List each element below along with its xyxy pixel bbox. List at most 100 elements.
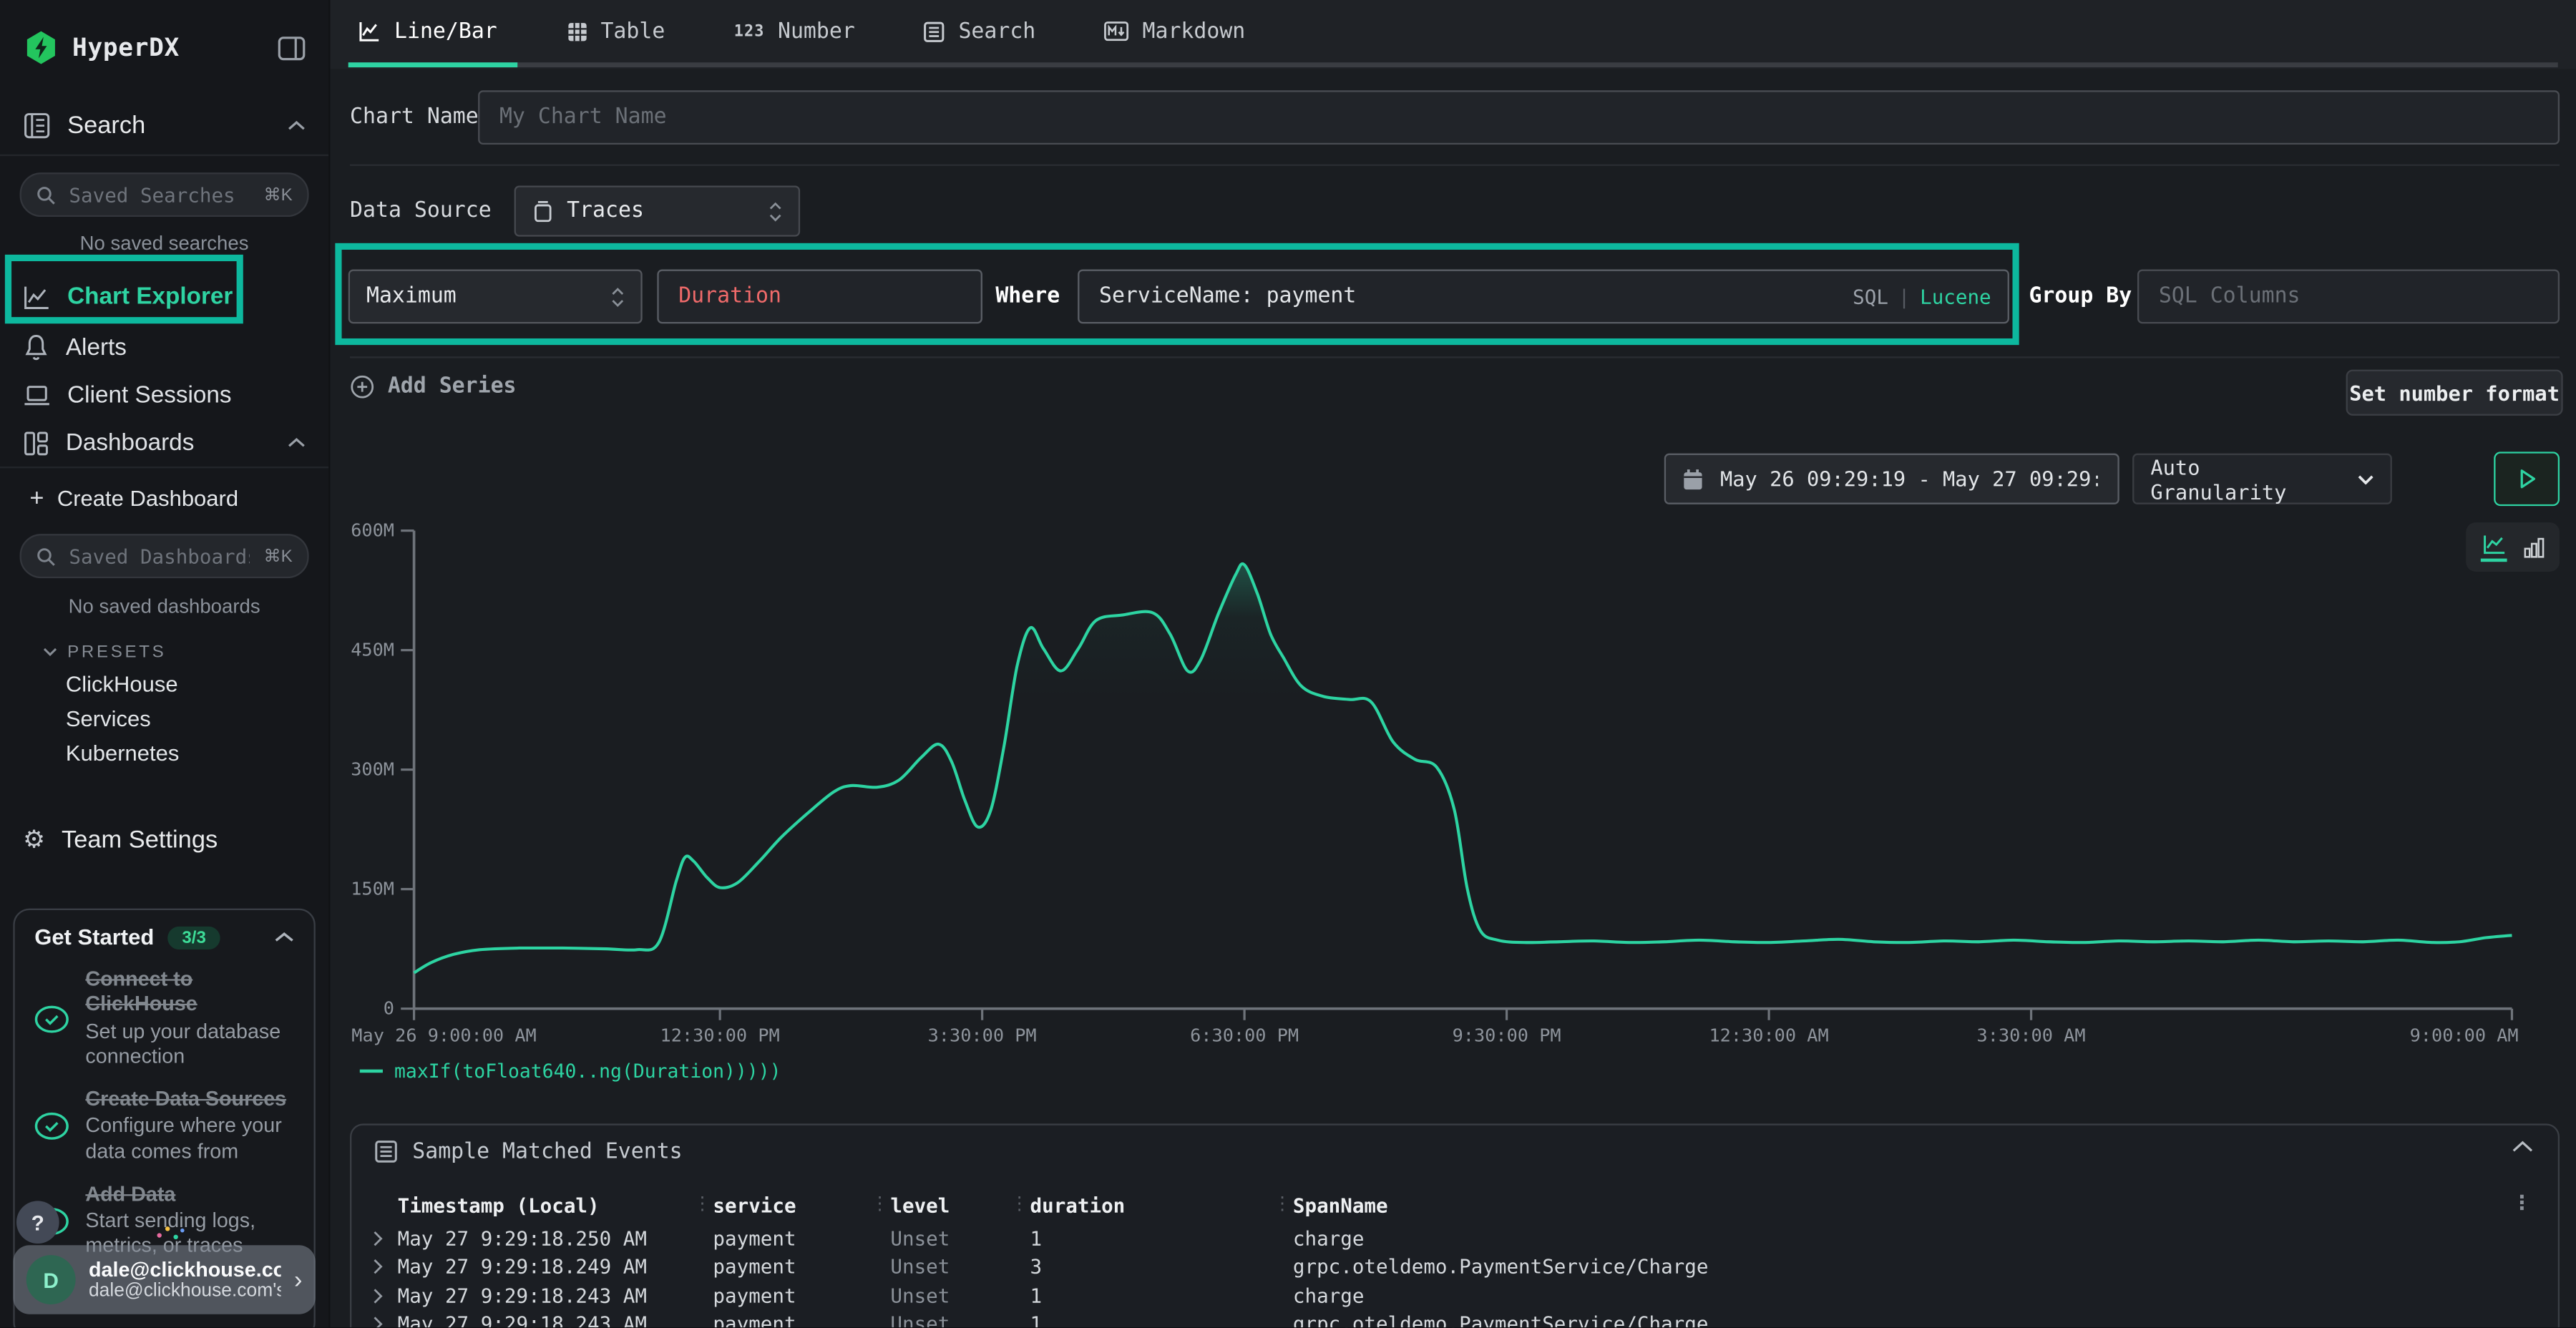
table-row[interactable]: May 27 9:29:18.243 AMpaymentUnset1charge: [351, 1281, 2557, 1310]
chevron-up-icon[interactable]: [288, 119, 306, 130]
tab-label: Markdown: [1143, 19, 1246, 43]
sidebar-item-team-settings[interactable]: ⚙ Team Settings: [0, 813, 328, 865]
bell-icon: [23, 333, 49, 361]
where-value-field[interactable]: [1096, 283, 1839, 311]
timeseries-chart[interactable]: 0150M300M450M600MMay 26 9:00:00 AM12:30:…: [350, 519, 2560, 1065]
row-expand-chevron-icon[interactable]: [371, 1287, 398, 1304]
sidebar-item-label: Client Sessions: [67, 382, 231, 409]
cell-spanname: grpc.oteldemo.PaymentService/Charge: [1293, 1256, 2558, 1279]
chart-name-input[interactable]: [478, 90, 2560, 145]
set-number-format-button[interactable]: Set number format: [2346, 370, 2563, 416]
tab-table[interactable]: Table: [556, 19, 675, 43]
cell-spanname: charge: [1293, 1284, 2558, 1307]
add-series-button[interactable]: Add Series: [350, 374, 517, 399]
granularity-select[interactable]: Auto Granularity: [2132, 454, 2392, 504]
button-label: Set number format: [2349, 381, 2560, 405]
chevron-updown-icon: [611, 287, 624, 307]
tab-line-bar[interactable]: Line/Bar: [348, 19, 507, 43]
row-expand-chevron-icon[interactable]: [371, 1259, 398, 1275]
sidebar-item-preset-clickhouse[interactable]: ClickHouse: [0, 667, 328, 701]
tab-search[interactable]: Search: [914, 19, 1045, 43]
sidebar-item-label: Alerts: [66, 334, 127, 361]
where-input[interactable]: SQL|Lucene: [1078, 270, 2009, 324]
column-header-service[interactable]: ⋮service: [713, 1194, 890, 1217]
group-by-input[interactable]: [2137, 270, 2560, 324]
events-table-header: Timestamp (Local) ⋮service ⋮level ⋮durat…: [351, 1188, 2557, 1224]
chevron-up-icon[interactable]: [2512, 1140, 2533, 1153]
aggregation-select[interactable]: Maximum: [348, 270, 643, 324]
sidebar-item-preset-kubernetes[interactable]: Kubernetes: [0, 736, 328, 771]
chevron-down-icon: [2358, 474, 2374, 484]
sidebar-item-preset-services[interactable]: Services: [0, 701, 328, 736]
step-desc: Set up your database connection: [85, 1020, 294, 1070]
sql-mode-toggle[interactable]: SQL: [1853, 285, 1888, 308]
svg-text:150M: 150M: [351, 879, 394, 899]
sidebar-item-label: Dashboards: [66, 429, 195, 456]
table-options-icon[interactable]: ⋮: [2512, 1191, 2532, 1214]
lucene-mode-toggle[interactable]: Lucene: [1920, 285, 1991, 308]
sidebar-collapse-icon[interactable]: [278, 35, 306, 59]
svg-text:6:30:00 PM: 6:30:00 PM: [1190, 1025, 1299, 1046]
column-header-level[interactable]: ⋮ level: [890, 1194, 1030, 1217]
tab-label: Table: [600, 19, 665, 43]
plus-icon: +: [29, 484, 44, 512]
step-title: Create Data Sources: [85, 1088, 294, 1113]
saved-searches-input[interactable]: ⌘K: [20, 172, 309, 217]
date-range-input[interactable]: [1664, 454, 2119, 504]
tab-number[interactable]: 123 Number: [724, 19, 865, 43]
column-drag-handle-icon[interactable]: ⋮: [1010, 1193, 1028, 1214]
column-header-duration[interactable]: ⋮duration: [1030, 1194, 1293, 1217]
row-expand-chevron-icon[interactable]: [371, 1230, 398, 1246]
row-expand-chevron-icon[interactable]: [371, 1317, 398, 1327]
table-row[interactable]: May 27 9:29:18.249 AMpaymentUnset3grpc.o…: [351, 1253, 2557, 1281]
cell-duration: 1: [1030, 1313, 1293, 1327]
tab-active-indicator: [348, 62, 517, 67]
confetti-icon: [155, 1222, 187, 1245]
chevron-up-icon[interactable]: [288, 437, 306, 449]
sidebar-item-alerts[interactable]: Alerts: [0, 323, 328, 371]
presets-toggle[interactable]: PRESETS: [0, 638, 328, 667]
table-row[interactable]: May 27 9:29:18.243 AMpaymentUnset1grpc.o…: [351, 1310, 2557, 1327]
column-drag-handle-icon[interactable]: ⋮: [871, 1193, 889, 1214]
chart-name-field[interactable]: [496, 104, 2541, 132]
tab-markdown[interactable]: Markdown: [1095, 19, 1255, 43]
user-email: dale@clickhouse.com: [89, 1259, 281, 1281]
chart-name-label: Chart Name: [350, 105, 479, 130]
where-label: Where: [995, 284, 1060, 308]
saved-dashboards-field[interactable]: [66, 543, 254, 570]
sidebar-item-search[interactable]: Search: [0, 95, 328, 156]
help-button[interactable]: ?: [16, 1201, 59, 1244]
saved-dashboards-input[interactable]: ⌘K: [20, 534, 309, 578]
date-range-field[interactable]: [1717, 465, 2101, 493]
column-header-timestamp[interactable]: Timestamp (Local): [398, 1194, 713, 1217]
group-by-field[interactable]: [2155, 283, 2542, 311]
get-started-step[interactable]: Create Data Sources Configure where your…: [34, 1088, 294, 1164]
cell-timestamp: May 27 9:29:18.243 AM: [398, 1284, 713, 1307]
column-header-spanname[interactable]: ⋮SpanName: [1293, 1194, 2558, 1217]
get-started-step[interactable]: Connect to ClickHouse Set up your databa…: [34, 967, 294, 1069]
chevron-up-icon[interactable]: [274, 932, 294, 943]
saved-searches-field[interactable]: [66, 182, 254, 208]
run-query-button[interactable]: [2494, 451, 2560, 506]
column-label: level: [890, 1194, 950, 1217]
field-input[interactable]: [657, 270, 982, 324]
data-source-value: Traces: [567, 199, 644, 223]
user-menu[interactable]: D dale@clickhouse.com dale@clickhouse.co…: [13, 1245, 315, 1314]
sidebar-item-client-sessions[interactable]: Client Sessions: [0, 371, 328, 419]
create-dashboard-button[interactable]: + Create Dashboard: [0, 478, 328, 519]
sidebar-item-dashboards[interactable]: Dashboards: [0, 419, 328, 468]
column-drag-handle-icon[interactable]: ⋮: [693, 1193, 711, 1214]
granularity-value: Auto Granularity: [2150, 454, 2331, 504]
sidebar-item-chart-explorer[interactable]: Chart Explorer: [0, 271, 328, 323]
field-value-field[interactable]: [675, 283, 965, 311]
markdown-icon: [1105, 21, 1129, 42]
svg-text:9:30:00 PM: 9:30:00 PM: [1453, 1025, 1561, 1046]
column-drag-handle-icon[interactable]: ⋮: [1273, 1193, 1291, 1214]
table-row[interactable]: May 27 9:29:18.250 AMpaymentUnset1charge: [351, 1224, 2557, 1252]
legend-swatch: [360, 1070, 383, 1073]
step-desc: Configure where your data comes from: [85, 1114, 294, 1164]
data-source-select[interactable]: Traces: [514, 185, 800, 236]
cell-service: payment: [713, 1226, 890, 1249]
laptop-icon: [23, 383, 51, 407]
preset-label: Kubernetes: [66, 741, 180, 765]
